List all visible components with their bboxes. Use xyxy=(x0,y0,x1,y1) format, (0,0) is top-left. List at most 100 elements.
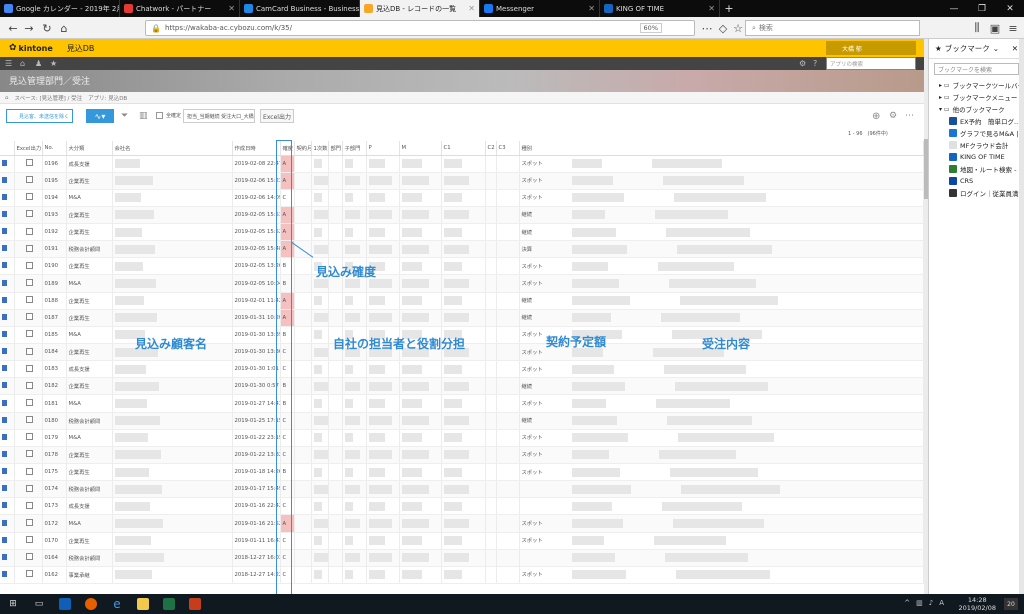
minimize-icon[interactable]: — xyxy=(940,0,968,17)
excel-checkbox[interactable] xyxy=(25,433,33,441)
sidebar-scrollbar[interactable] xyxy=(1019,39,1024,594)
notification-badge[interactable]: 20 xyxy=(1004,598,1018,610)
record-detail-icon[interactable] xyxy=(2,365,7,372)
excel-checkbox[interactable] xyxy=(25,519,33,527)
browser-tab[interactable]: Messenger ✕ xyxy=(480,0,600,17)
excel-checkbox[interactable] xyxy=(25,381,33,389)
column-header[interactable]: 契約月 xyxy=(294,141,312,156)
record-detail-cell[interactable] xyxy=(0,240,15,259)
record-detail-cell[interactable] xyxy=(0,429,15,447)
record-detail-icon[interactable] xyxy=(2,536,7,543)
powerpoint-icon[interactable] xyxy=(182,594,208,614)
graph-view-button[interactable]: ∿▾ xyxy=(86,109,114,123)
record-detail-icon[interactable] xyxy=(2,416,7,423)
excel-checkbox[interactable] xyxy=(25,279,33,287)
record-detail-icon[interactable] xyxy=(2,313,7,320)
confirm-checkbox[interactable] xyxy=(156,112,163,119)
excel-checkbox[interactable] xyxy=(25,364,33,372)
browser-tab[interactable]: 見込DB - レコードの一覧 ✕ xyxy=(360,0,480,17)
column-header[interactable]: 大分類 xyxy=(66,141,113,156)
excel-checkbox[interactable] xyxy=(25,159,33,167)
filter-icon[interactable]: ⏷ xyxy=(121,111,128,121)
sidebar-toggle-icon[interactable]: ▣ xyxy=(988,21,1002,35)
excel-checkbox[interactable] xyxy=(25,450,33,458)
record-detail-icon[interactable] xyxy=(2,279,7,286)
record-detail-icon[interactable] xyxy=(2,159,7,166)
close-icon[interactable]: ✕ xyxy=(996,0,1024,17)
reload-icon[interactable]: ↻ xyxy=(40,21,54,35)
record-detail-icon[interactable] xyxy=(2,296,7,303)
excel-icon[interactable] xyxy=(156,594,182,614)
record-detail-icon[interactable] xyxy=(2,228,7,235)
excel-checkbox[interactable] xyxy=(25,536,33,544)
excel-checkbox[interactable] xyxy=(25,244,33,252)
excel-export-button[interactable]: Excel出力 xyxy=(260,109,294,123)
record-detail-icon[interactable] xyxy=(2,399,7,406)
column-header[interactable]: 作成日時 xyxy=(232,141,281,156)
record-detail-icon[interactable] xyxy=(2,433,7,440)
restore-icon[interactable]: ❐ xyxy=(968,0,996,17)
record-detail-icon[interactable] xyxy=(2,193,7,200)
list-settings-gear-icon[interactable]: ⚙ xyxy=(889,111,897,121)
excel-checkbox[interactable] xyxy=(25,347,33,355)
column-header[interactable]: No. xyxy=(42,141,67,156)
tab-close-icon[interactable]: ✕ xyxy=(588,4,595,13)
edge-icon[interactable]: e xyxy=(104,594,130,614)
excel-checkbox[interactable] xyxy=(25,330,33,338)
record-detail-cell[interactable] xyxy=(0,549,15,567)
bookmark-item[interactable]: EX予約 簡単ログ... xyxy=(929,115,1024,127)
record-detail-cell[interactable] xyxy=(0,189,15,207)
hamburger-menu-icon[interactable]: ≡ xyxy=(1006,21,1020,35)
column-header[interactable]: 種別 xyxy=(519,141,924,156)
menu-dots-icon[interactable]: ⋯ xyxy=(700,21,714,35)
browser-tab[interactable]: KING OF TIME ✕ xyxy=(600,0,720,17)
bookmarks-header[interactable]: ★ ブックマーク ⌄ ✕ xyxy=(929,39,1024,59)
record-detail-icon[interactable] xyxy=(2,570,7,577)
browser-tab[interactable]: Google カレンダー - 2019年 2月✕ xyxy=(0,0,120,17)
record-detail-cell[interactable] xyxy=(0,326,15,345)
record-detail-cell[interactable] xyxy=(0,274,15,293)
outlook-icon[interactable] xyxy=(52,594,78,614)
excel-checkbox[interactable] xyxy=(25,227,33,235)
record-detail-cell[interactable] xyxy=(0,497,15,516)
record-detail-cell[interactable] xyxy=(0,412,15,430)
help-icon[interactable]: ? xyxy=(813,59,817,68)
record-detail-cell[interactable] xyxy=(0,480,15,499)
column-header[interactable]: 確度 xyxy=(280,141,295,156)
record-detail-icon[interactable] xyxy=(2,382,7,389)
ime-indicator[interactable]: A xyxy=(939,599,944,607)
record-detail-cell[interactable] xyxy=(0,446,15,465)
browser-tab[interactable]: Chatwork - パートナー ✕ xyxy=(120,0,240,17)
home-icon[interactable]: ⌂ xyxy=(20,59,25,68)
bookmark-item[interactable]: 地図・ルート検索 - ... xyxy=(929,163,1024,175)
view-select[interactable]: 見込客、未送信を除く xyxy=(6,109,73,123)
record-detail-cell[interactable] xyxy=(0,206,15,225)
record-detail-icon[interactable] xyxy=(2,330,7,337)
excel-checkbox[interactable] xyxy=(25,416,33,424)
record-detail-cell[interactable] xyxy=(0,394,15,413)
bookmark-item[interactable]: ログイン｜従業員満足... xyxy=(929,187,1024,199)
record-detail-cell[interactable] xyxy=(0,360,15,379)
record-detail-cell[interactable] xyxy=(0,155,15,173)
record-detail-icon[interactable] xyxy=(2,468,7,475)
user-menu[interactable]: 大橋 郁 xyxy=(826,41,916,55)
field-select[interactable]: 担当_当期継続 受注大口_大橋 xyxy=(183,109,255,123)
network-icon[interactable]: ▥ xyxy=(916,599,923,607)
excel-checkbox[interactable] xyxy=(25,399,33,407)
excel-checkbox[interactable] xyxy=(25,176,33,184)
column-header[interactable]: 部門 xyxy=(328,141,343,156)
bookmark-folder[interactable]: ▸ ▭ ブックマークツールバー xyxy=(929,79,1024,91)
record-detail-cell[interactable] xyxy=(0,343,15,362)
record-detail-cell[interactable] xyxy=(0,532,15,550)
tray-chevron-icon[interactable]: ^ xyxy=(904,599,910,607)
browser-search-input[interactable]: ⌕ 検索 xyxy=(745,20,920,36)
library-icon[interactable]: ⫼ xyxy=(970,21,984,35)
favorite-star-icon[interactable]: ★ xyxy=(50,59,57,68)
tab-close-icon[interactable]: ✕ xyxy=(468,4,475,13)
record-detail-cell[interactable] xyxy=(0,377,15,396)
record-detail-cell[interactable] xyxy=(0,223,15,242)
bookmark-folder[interactable]: ▾ ▭ 他のブックマーク xyxy=(929,103,1024,115)
breadcrumb-app[interactable]: アプリ: 見込DB xyxy=(88,94,127,102)
more-options-icon[interactable]: ⋯ xyxy=(905,111,914,121)
windows-start-icon[interactable]: ⊞ xyxy=(0,594,26,614)
